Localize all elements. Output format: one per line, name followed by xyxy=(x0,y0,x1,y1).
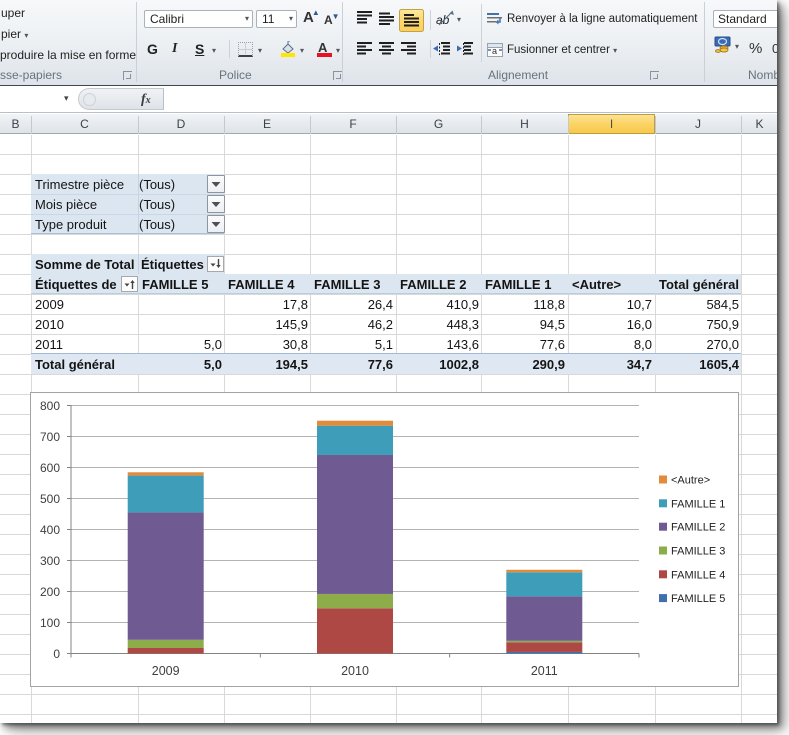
svg-text:▾: ▾ xyxy=(457,15,461,24)
svg-text:0: 0 xyxy=(53,647,60,661)
svg-text:FAMILLE 1: FAMILLE 1 xyxy=(671,498,725,510)
svg-text:300: 300 xyxy=(40,554,60,568)
svg-text:600: 600 xyxy=(40,461,60,475)
svg-text:200: 200 xyxy=(40,585,60,599)
svg-text:800: 800 xyxy=(40,399,60,413)
svg-text:FAMILLE 3: FAMILLE 3 xyxy=(671,546,725,558)
svg-text:a: a xyxy=(492,46,497,56)
svg-text:2011: 2011 xyxy=(531,664,558,678)
svg-text:700: 700 xyxy=(40,430,60,444)
svg-text:500: 500 xyxy=(40,492,60,506)
svg-text:FAMILLE 4: FAMILLE 4 xyxy=(671,569,725,581)
svg-text:100: 100 xyxy=(40,616,60,630)
svg-text:FAMILLE 5: FAMILLE 5 xyxy=(671,593,725,605)
svg-text:<Autre>: <Autre> xyxy=(671,475,710,487)
svg-text:FAMILLE 2: FAMILLE 2 xyxy=(671,522,725,534)
svg-text:2010: 2010 xyxy=(341,664,369,678)
svg-text:400: 400 xyxy=(40,523,60,537)
svg-text:ab: ab xyxy=(436,13,450,27)
svg-text:2009: 2009 xyxy=(152,664,180,678)
